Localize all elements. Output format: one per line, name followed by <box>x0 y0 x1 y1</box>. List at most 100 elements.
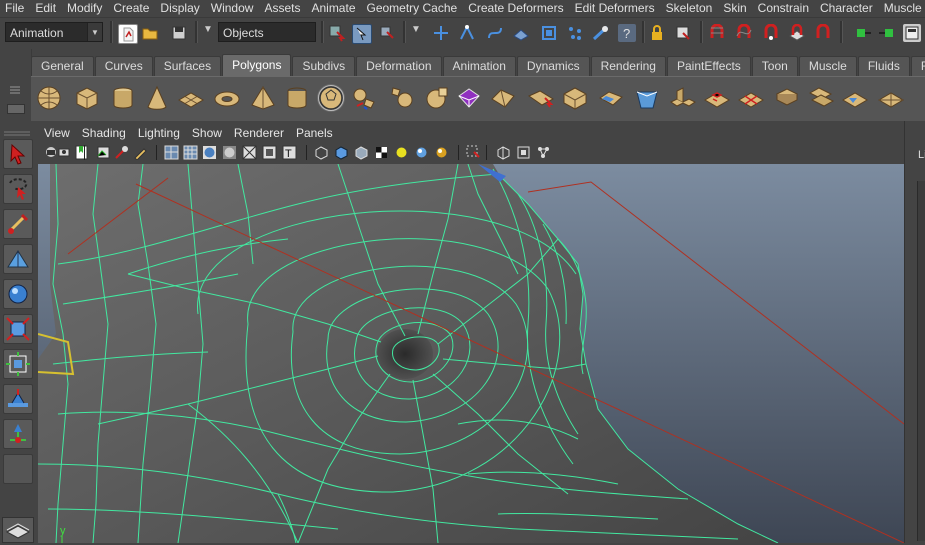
xray-icon[interactable] <box>314 145 329 160</box>
poly-plane-icon[interactable] <box>177 84 205 112</box>
panel-menu-lighting[interactable]: Lighting <box>132 125 186 142</box>
combine-icon[interactable] <box>351 84 379 112</box>
scale-tool-icon[interactable] <box>3 314 33 344</box>
separate-icon[interactable] <box>389 84 417 112</box>
shelf-tab-deformation[interactable]: Deformation <box>356 56 442 76</box>
viewport-3d[interactable]: y <box>38 164 904 543</box>
default-light-icon[interactable] <box>394 145 409 160</box>
shelf-tab-dynamics[interactable]: Dynamics <box>516 56 590 76</box>
last-tool-slot[interactable] <box>3 454 33 484</box>
reduce-icon[interactable] <box>561 84 589 112</box>
boolean-icon[interactable] <box>489 84 517 112</box>
poly-soccerball-icon[interactable] <box>317 84 345 112</box>
menu-edit[interactable]: Edit <box>30 0 62 17</box>
shelf-tab-curves[interactable]: Curves <box>94 56 153 76</box>
panel-menu-view[interactable]: View <box>38 125 76 142</box>
viewport-scene[interactable]: y <box>38 164 904 543</box>
shaded-cube-icon[interactable] <box>334 145 349 160</box>
mirror-icon[interactable] <box>527 84 555 112</box>
shelf-tab-rendering[interactable]: Rendering <box>590 56 666 76</box>
panel-menu-renderer[interactable]: Renderer <box>228 125 290 142</box>
menu-assets[interactable]: Assets <box>259 0 306 17</box>
bookmark-icon[interactable] <box>74 145 89 160</box>
append-icon[interactable] <box>669 84 697 112</box>
menu-edit-deformers[interactable]: Edit Deformers <box>570 0 661 17</box>
insert-edgeloop-icon[interactable] <box>737 84 765 112</box>
universal-manip-icon[interactable] <box>3 349 33 379</box>
render-view-icon[interactable] <box>903 24 921 42</box>
poly-pipe-icon[interactable] <box>283 84 311 112</box>
soft-mod-tool-icon[interactable] <box>3 384 33 414</box>
mask-arrow-icon[interactable]: ▼ <box>411 24 429 42</box>
flat-shade-icon[interactable] <box>222 145 237 160</box>
shadows-icon[interactable] <box>434 145 449 160</box>
resolution-gate-icon[interactable] <box>516 145 531 160</box>
shelf-tab-polygons[interactable]: Polygons <box>222 54 292 76</box>
split-icon[interactable] <box>703 84 731 112</box>
open-scene-icon[interactable] <box>141 24 159 42</box>
menu-muscle[interactable]: Muscle <box>879 0 925 17</box>
snap-curve-icon[interactable] <box>735 23 753 42</box>
menu-constrain[interactable]: Constrain <box>753 0 815 17</box>
select-camera-icon[interactable] <box>44 145 59 160</box>
move-tool-icon[interactable] <box>3 244 33 274</box>
poly-pyramid-icon[interactable] <box>249 84 277 112</box>
extrude-icon[interactable] <box>597 84 625 112</box>
save-scene-icon[interactable] <box>170 24 188 42</box>
vertex-mask-icon[interactable] <box>432 24 450 42</box>
shelf-tab-surfaces[interactable]: Surfaces <box>153 56 222 76</box>
deformer-mask-icon[interactable] <box>540 24 558 42</box>
shelf-tab-muscle[interactable]: Muscle <box>798 56 857 76</box>
isolate-select-icon[interactable] <box>466 145 481 160</box>
menu-geometry-cache[interactable]: Geometry Cache <box>362 0 464 17</box>
menu-window[interactable]: Window <box>206 0 260 17</box>
rendering-mask-icon[interactable] <box>592 24 610 42</box>
select-component-icon[interactable] <box>378 24 396 42</box>
panel-menu-panels[interactable]: Panels <box>290 125 339 142</box>
shelf-tab-general[interactable]: General <box>31 56 94 76</box>
menuset-dropdown[interactable]: Animation ▼ <box>5 22 103 42</box>
shelf-tab-toon[interactable]: Toon <box>751 56 798 76</box>
highlight-selection-icon[interactable] <box>674 24 692 42</box>
layout-single-pane-icon[interactable] <box>2 517 34 543</box>
wireframe-mode-icon[interactable] <box>164 145 179 160</box>
snap-view-plane-icon[interactable] <box>788 23 806 42</box>
curve-mask-icon[interactable] <box>486 24 504 42</box>
extract-icon[interactable] <box>423 84 451 112</box>
textured-icon[interactable]: T <box>282 145 297 160</box>
smooth-icon[interactable] <box>455 84 483 112</box>
all-lights-icon[interactable] <box>414 145 429 160</box>
grease-pencil-icon[interactable] <box>133 145 148 161</box>
menu-create-deformers[interactable]: Create Deformers <box>463 0 569 17</box>
menu-create[interactable]: Create <box>108 0 155 17</box>
show-manip-tool-icon[interactable] <box>3 419 33 449</box>
menu-character[interactable]: Character <box>815 0 879 17</box>
menu-display[interactable]: Display <box>155 0 205 17</box>
poly-cylinder-icon[interactable] <box>109 84 137 112</box>
poly-sphere-icon[interactable] <box>35 84 63 112</box>
right-panel-scroll[interactable] <box>917 181 925 541</box>
poly-cone-icon[interactable] <box>143 84 171 112</box>
hud-icon[interactable] <box>496 145 511 160</box>
panel-menu-show[interactable]: Show <box>186 125 228 142</box>
checker-icon[interactable] <box>374 145 389 160</box>
default-material-icon[interactable] <box>354 145 369 160</box>
select-tool-icon[interactable] <box>3 139 33 169</box>
lock-selection-icon[interactable] <box>648 24 666 42</box>
offset-edgeloop-icon[interactable] <box>773 84 801 112</box>
bounding-box-icon[interactable] <box>242 145 257 160</box>
select-hierarchy-icon[interactable] <box>328 24 346 42</box>
camera-attributes-icon[interactable] <box>58 145 73 160</box>
menu-animate[interactable]: Animate <box>306 0 361 17</box>
poly-cube-icon[interactable] <box>73 84 101 112</box>
snap-point-icon[interactable] <box>762 23 780 42</box>
surface-mask-icon[interactable] <box>512 24 530 42</box>
shelf-options-icon[interactable] <box>7 104 25 114</box>
menu-skin[interactable]: Skin <box>718 0 752 17</box>
panel-menu-shading[interactable]: Shading <box>76 125 132 142</box>
menu-file[interactable]: File <box>0 0 30 17</box>
output-ops-icon[interactable] <box>877 24 895 42</box>
merge-icon[interactable] <box>841 84 869 112</box>
edge-mask-icon[interactable] <box>458 24 476 42</box>
shelf-tab-painteffects[interactable]: PaintEffects <box>666 56 751 76</box>
